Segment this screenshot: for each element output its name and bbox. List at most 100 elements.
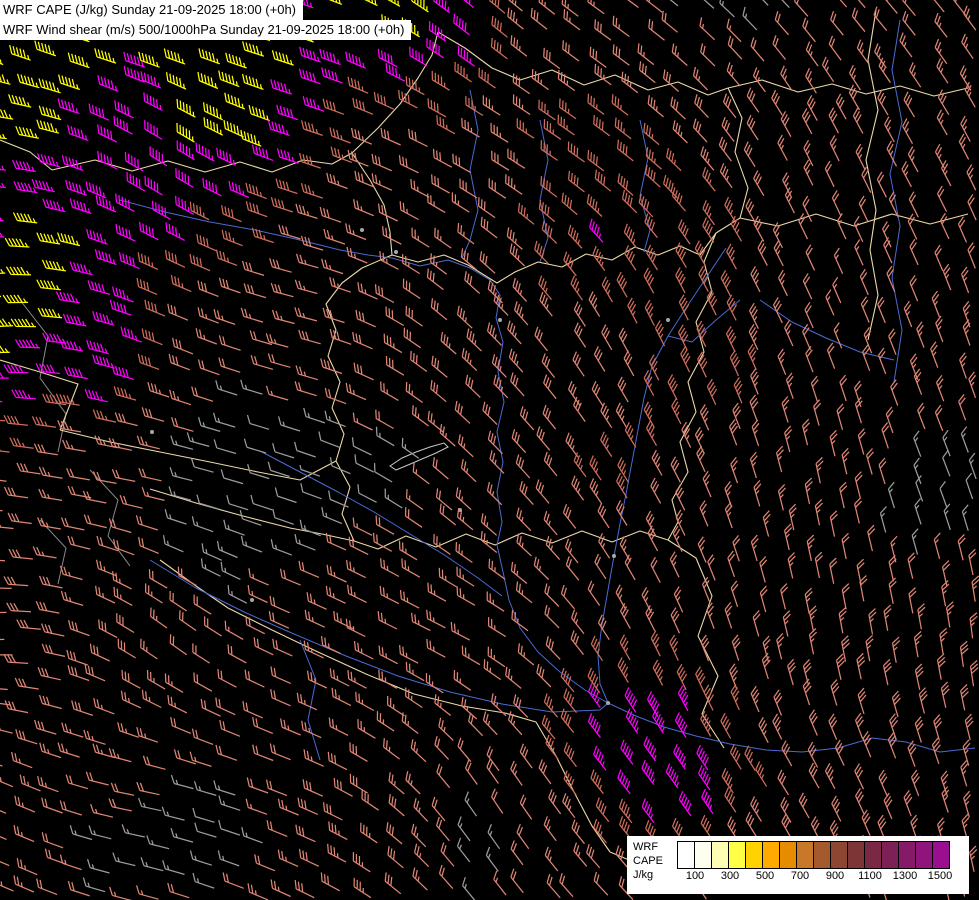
wind-barb: [226, 495, 249, 511]
wind-barb: [461, 347, 478, 372]
wind-barb: [726, 294, 738, 321]
wind-barb: [890, 379, 899, 406]
legend-tick: 900: [825, 870, 845, 882]
wind-barb: [97, 124, 118, 143]
wind-barb: [35, 601, 60, 614]
wind-barb: [294, 279, 318, 295]
wind-barb: [353, 199, 374, 217]
wind-barb: [138, 51, 160, 68]
wind-barb: [295, 203, 318, 219]
legend-unit-label: J/kg: [633, 869, 654, 881]
wind-barb: [61, 722, 84, 738]
wind-barb: [641, 798, 655, 824]
wind-barb: [617, 657, 629, 683]
wind-barb: [270, 879, 291, 898]
wind-barb: [333, 611, 354, 630]
wind-barb: [272, 638, 293, 657]
wind-barb: [11, 751, 33, 769]
wind-barb: [345, 618, 366, 638]
wind-barb: [456, 508, 474, 531]
wind-barb: [388, 794, 405, 817]
wind-barb: [372, 532, 392, 552]
wind-barb: [706, 378, 718, 406]
wind-barb: [491, 15, 508, 38]
wind-barb: [462, 876, 476, 900]
wind-barb: [902, 0, 916, 16]
wind-barb: [753, 0, 769, 6]
wind-barb: [83, 729, 106, 745]
legend-swatch: [847, 841, 865, 869]
wind-barb: [175, 168, 194, 188]
wind-barb: [404, 507, 423, 528]
wind-barb: [113, 115, 133, 135]
wind-barb: [37, 517, 61, 530]
wind-barb: [269, 258, 292, 273]
wind-barb: [783, 523, 793, 551]
wind-barb: [478, 67, 496, 89]
wind-barb: [136, 726, 159, 743]
wind-barb: [882, 221, 892, 248]
wind-barb: [40, 623, 65, 637]
wind-barb: [62, 313, 87, 327]
wind-barb: [327, 843, 347, 863]
wind-barb: [300, 183, 323, 199]
wind-barb: [135, 885, 159, 900]
wind-barb: [465, 374, 481, 398]
wind-barb: [265, 333, 289, 348]
wind-barb: [867, 524, 876, 552]
wind-barb: [215, 249, 238, 266]
wind-barb: [962, 739, 971, 766]
wind-barb: [6, 602, 32, 613]
legend-tick: 1300: [892, 870, 918, 882]
wind-barb: [587, 713, 601, 738]
wind-barb: [750, 266, 761, 293]
wind-barb: [753, 170, 765, 197]
wind-barb: [37, 153, 61, 168]
wind-barb: [675, 484, 686, 511]
wind-barb: [271, 309, 295, 325]
wind-barb: [700, 146, 715, 171]
wind-barb: [38, 575, 63, 589]
wind-barb: [841, 583, 850, 610]
wind-barb: [541, 220, 558, 244]
wind-barb: [371, 153, 393, 172]
wind-barb: [780, 797, 792, 823]
wind-barb: [411, 823, 427, 848]
wind-barb: [665, 763, 680, 789]
legend-model-label: WRF: [633, 841, 659, 853]
wind-barb: [242, 41, 265, 57]
wind-barb: [15, 125, 39, 139]
wind-barb: [772, 35, 786, 60]
wind-barb: [456, 586, 476, 606]
wind-barb: [375, 426, 395, 447]
wind-barb: [431, 355, 448, 378]
wind-barb: [805, 345, 814, 373]
wind-barb: [917, 603, 926, 630]
wind-barb: [120, 326, 143, 343]
wind-barb: [910, 769, 920, 797]
wind-barb: [109, 886, 132, 900]
wind-barb: [354, 454, 375, 473]
wind-barb: [907, 146, 919, 173]
wind-barb: [321, 507, 343, 525]
wind-barb: [851, 7, 866, 33]
legend-tick: 100: [685, 870, 705, 882]
wind-barb: [930, 341, 939, 368]
wind-barb: [112, 571, 132, 590]
wind-barb: [859, 575, 868, 602]
wind-barb: [821, 56, 835, 83]
wind-barb: [161, 806, 185, 821]
wind-barb: [726, 243, 737, 270]
wind-barb: [170, 435, 194, 450]
wind-barb: [98, 619, 118, 639]
wind-barb: [298, 68, 321, 85]
wind-barb: [833, 322, 843, 349]
wind-barb: [38, 78, 61, 94]
wind-barb: [942, 429, 951, 457]
wind-barb: [808, 605, 818, 632]
wind-barb: [761, 652, 771, 680]
wind-barb: [538, 199, 556, 223]
wind-barb: [803, 140, 814, 167]
wind-barb: [936, 109, 948, 136]
wind-barb: [868, 608, 877, 635]
